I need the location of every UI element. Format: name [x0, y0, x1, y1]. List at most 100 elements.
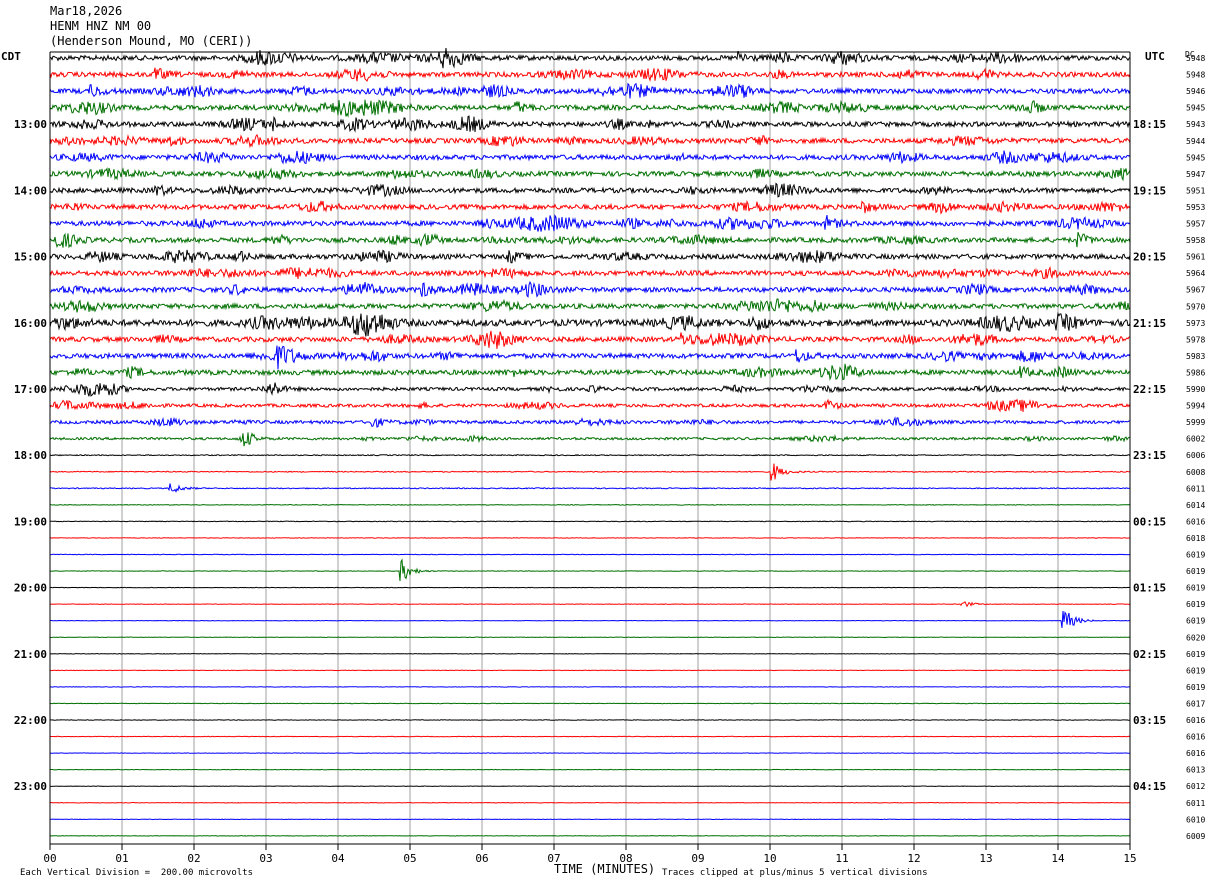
dc-offset-label: 6012: [1186, 782, 1205, 791]
utc-time-label: 23:15: [1133, 449, 1166, 462]
trace-line: [49, 214, 1131, 232]
dc-offset-label: 6019: [1186, 683, 1205, 692]
dc-offset-label: 6006: [1186, 451, 1205, 460]
dc-offset-label: 6013: [1186, 766, 1205, 775]
dc-offset-label: 5957: [1186, 220, 1205, 229]
plot-frame: [49, 51, 1131, 845]
trace-line: [50, 610, 1131, 628]
dc-offset-label: 5978: [1186, 335, 1205, 344]
trace-line: [49, 182, 1131, 198]
x-tick-label: 14: [1051, 852, 1065, 865]
trace-line: [49, 363, 1131, 381]
cdt-time-label: 19:00: [14, 515, 47, 528]
x-tick-label: 00: [43, 852, 56, 865]
trace-line: [49, 345, 1131, 370]
trace-line: [49, 503, 1131, 506]
x-tick-label: 11: [835, 852, 848, 865]
header-date: Mar18,2026: [50, 4, 123, 18]
cdt-time-label: 20:00: [14, 582, 47, 595]
utc-time-label: 04:15: [1133, 780, 1166, 793]
x-tick-label: 02: [187, 852, 200, 865]
trace-line: [49, 167, 1131, 182]
dc-offset-label: 5983: [1186, 352, 1205, 361]
trace-line: [49, 232, 1131, 249]
dc-offset-label: 6009: [1186, 832, 1205, 841]
dc-offset-label: 5994: [1186, 402, 1205, 411]
dc-offset-label: 5943: [1186, 120, 1205, 129]
dc-offset-label: 5951: [1186, 186, 1205, 195]
dc-offset-label: 6017: [1186, 699, 1205, 708]
dc-offset-label: 6011: [1186, 484, 1205, 493]
trace-line: [49, 330, 1131, 349]
x-tick-label: 09: [691, 852, 704, 865]
x-tick-label: 06: [475, 852, 488, 865]
header-station: HENM HNZ NM 00: [50, 19, 152, 33]
dc-offset-label: 6019: [1186, 666, 1205, 675]
dc-offset-label: 5948: [1186, 71, 1205, 80]
trace-line: [49, 82, 1131, 99]
seismic-traces: [49, 47, 1131, 837]
trace-line: [49, 382, 1131, 397]
trace-line: [49, 601, 1131, 608]
scale-note: Each Vertical Division = 200.00 microvol…: [20, 868, 253, 878]
dc-offset-label: 5967: [1186, 286, 1205, 295]
dc-offset-label: 5990: [1186, 385, 1205, 394]
trace-line: [49, 266, 1131, 280]
cdt-time-label: 14:00: [14, 184, 47, 197]
clip-note: Traces clipped at plus/minus 5 vertical …: [662, 868, 928, 878]
trace-line: [49, 432, 1131, 447]
minute-gridlines: [49, 52, 1131, 844]
dc-offset-label: 5986: [1186, 368, 1205, 377]
trace-line: [49, 311, 1131, 337]
utc-time-label: 18:15: [1133, 118, 1166, 131]
dc-offset-label: 6016: [1186, 749, 1205, 758]
header-location: (Henderson Mound, MO (CERI)): [50, 34, 253, 48]
x-tick-label: 01: [115, 852, 128, 865]
x-tick-label: 15: [1123, 852, 1136, 865]
dc-offset-label: 5961: [1186, 253, 1205, 262]
trace-line: [49, 558, 1131, 582]
dc-offset-label: 6010: [1186, 815, 1205, 824]
trace-line: [49, 199, 1131, 215]
dc-offset-label: 5944: [1186, 137, 1205, 146]
trace-line: [49, 398, 1131, 413]
dc-label: DC: [1185, 50, 1195, 59]
dc-offset-label: 6019: [1186, 567, 1205, 576]
dc-offset-label: 5947: [1186, 170, 1205, 179]
trace-line: [49, 702, 1131, 705]
dc-offset-label: 6020: [1186, 633, 1205, 642]
dc-offset-label: 6019: [1186, 617, 1205, 626]
helicorder-plot: 00 01 02 03 04 05 06 07 08 09 10 11 12 13 14 15 13:00 18…: [14, 47, 1205, 865]
x-tick-label: 10: [763, 852, 776, 865]
trace-line: [50, 768, 1130, 771]
utc-time-label: 03:15: [1133, 714, 1166, 727]
trace-line: [49, 416, 1131, 428]
utc-time-label: 20:15: [1133, 251, 1166, 264]
dc-offset-label: 6016: [1186, 517, 1205, 526]
cdt-time-label: 15:00: [14, 251, 47, 264]
utc-time-label: 19:15: [1133, 184, 1166, 197]
trace-line: [49, 280, 1131, 298]
utc-time-label: 00:15: [1133, 515, 1166, 528]
trace-line: [49, 150, 1131, 165]
cdt-time-label: 18:00: [14, 449, 47, 462]
utc-time-label: 22:15: [1133, 383, 1166, 396]
dc-offset-label: 6016: [1186, 733, 1205, 742]
x-axis-title: TIME (MINUTES): [554, 862, 656, 876]
utc-time-label: 21:15: [1133, 317, 1166, 330]
cdt-time-label: 21:00: [14, 648, 47, 661]
trace-line: [49, 133, 1131, 149]
trace-line: [49, 636, 1131, 639]
x-tick-label: 13: [979, 852, 992, 865]
x-tick-label: 04: [331, 852, 345, 865]
trace-line: [49, 669, 1131, 672]
utc-time-label: 01:15: [1133, 582, 1166, 595]
trace-line: [49, 835, 1131, 837]
dc-offset-label: 6002: [1186, 435, 1205, 444]
dc-offset-label: 6019: [1186, 650, 1205, 659]
trace-line: [49, 801, 1131, 804]
x-tick-label: 05: [403, 852, 416, 865]
trace-line: [49, 47, 1131, 69]
dc-offset-labels: 5948594859465945594359445945594759515953…: [1186, 54, 1205, 841]
trace-line: [49, 67, 1131, 83]
